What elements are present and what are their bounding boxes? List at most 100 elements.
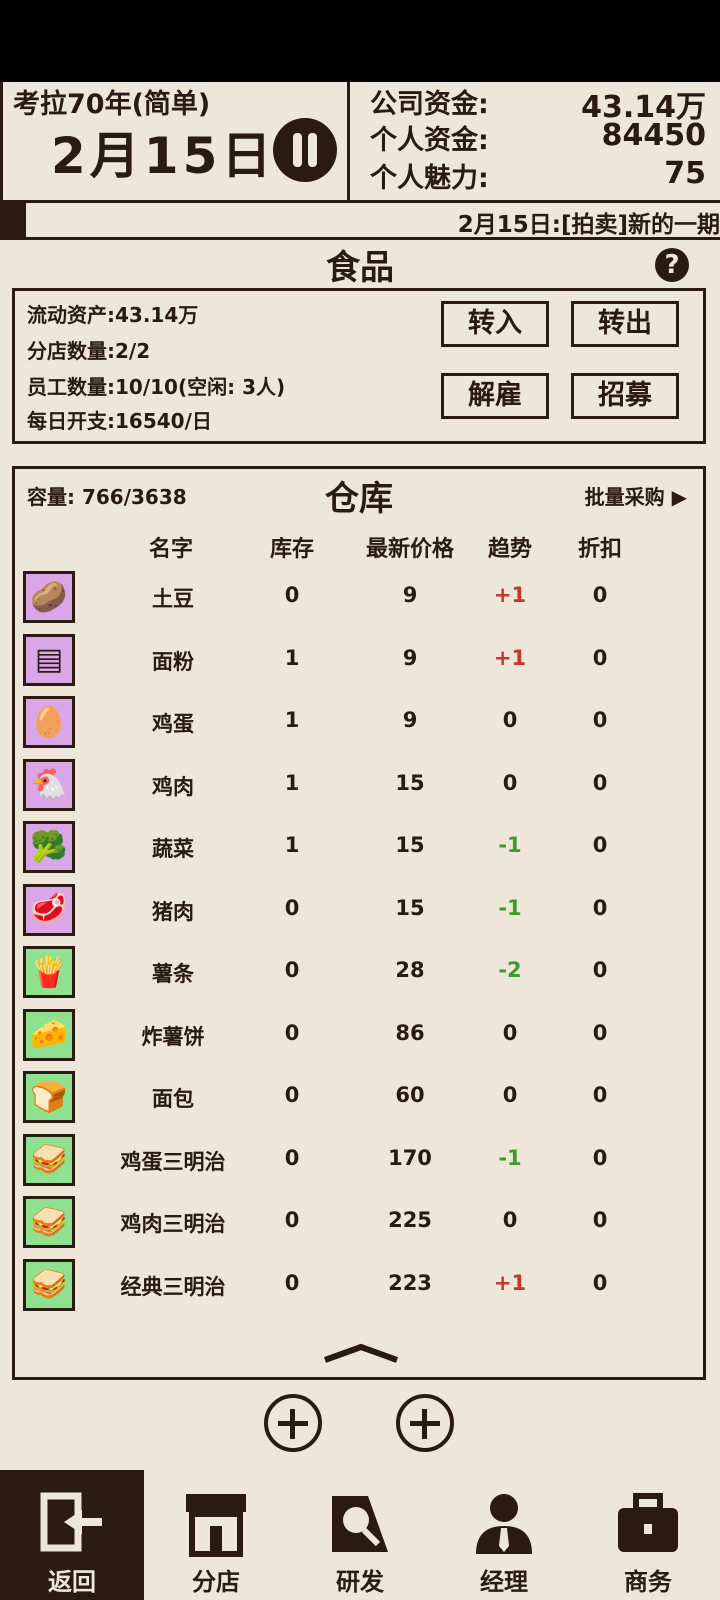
table-row[interactable]: 🥦 蔬菜 1 15 -1 0 xyxy=(15,817,703,879)
item-discount: 0 xyxy=(592,833,608,857)
fire-button[interactable]: 解雇 xyxy=(441,373,549,419)
status-bar xyxy=(0,0,720,82)
table-row[interactable]: 🍞 面包 0 60 0 0 xyxy=(15,1067,703,1129)
transfer-out-button[interactable]: 转出 xyxy=(571,301,679,347)
item-price: 15 xyxy=(395,895,425,920)
item-stock: 1 xyxy=(284,708,300,732)
nav-research[interactable]: 研发 xyxy=(288,1470,432,1600)
nav-branch-label: 分店 xyxy=(192,1568,240,1596)
item-trend: 0 xyxy=(502,770,518,795)
manager-person-icon xyxy=(476,1494,532,1554)
item-name: 土豆 xyxy=(152,587,194,611)
table-row[interactable]: 🥩 猪肉 0 15 -1 0 xyxy=(15,880,703,942)
item-name: 炸薯饼 xyxy=(141,1024,205,1049)
nav-research-label: 研发 xyxy=(336,1568,384,1596)
sandwich-icon: 🥪 xyxy=(23,1196,75,1248)
item-price: 225 xyxy=(388,1208,432,1232)
item-trend: 0 xyxy=(502,1083,518,1107)
charm-value: 75 xyxy=(664,156,706,191)
item-discount: 0 xyxy=(592,1020,608,1045)
table-row[interactable]: ▤ 面粉 1 9 +1 0 xyxy=(15,630,703,692)
col-price: 最新价格 xyxy=(365,537,454,562)
table-row[interactable]: 🥚 鸡蛋 1 9 0 0 xyxy=(15,692,703,754)
item-stock: 0 xyxy=(284,1083,300,1107)
daily-expense: 每日开支:16540/日 xyxy=(27,409,212,433)
item-discount: 0 xyxy=(592,1208,608,1232)
item-price: 15 xyxy=(395,770,425,795)
nav-manager-label: 经理 xyxy=(480,1568,528,1596)
item-stock: 0 xyxy=(284,583,300,607)
exit-door-icon xyxy=(40,1492,102,1552)
liquid-assets: 流动资产:43.14万 xyxy=(27,303,199,327)
bulk-buy-button[interactable]: 批量采购 ▶ xyxy=(585,481,687,510)
item-price: 223 xyxy=(388,1270,432,1295)
help-icon[interactable]: ? xyxy=(655,248,689,282)
item-name: 经典三明治 xyxy=(120,1274,226,1299)
sandwich-icon: 🥪 xyxy=(23,1258,75,1311)
nav-branch[interactable]: 分店 xyxy=(144,1470,288,1600)
table-row[interactable]: 🥪 鸡蛋三明治 0 170 -1 0 xyxy=(15,1130,703,1192)
item-price: 170 xyxy=(388,1145,432,1170)
item-trend: 0 xyxy=(502,1020,518,1045)
item-trend: -1 xyxy=(498,895,522,920)
item-discount: 0 xyxy=(592,708,608,732)
item-stock: 1 xyxy=(284,770,300,795)
col-trend: 趋势 xyxy=(487,537,532,562)
research-magnifier-icon xyxy=(332,1496,388,1552)
table-row[interactable]: 🥔 土豆 0 9 +1 0 xyxy=(15,567,703,629)
item-discount: 0 xyxy=(592,895,608,920)
table-row[interactable]: 🐔 鸡肉 1 15 0 0 xyxy=(15,755,703,817)
item-name: 面粉 xyxy=(152,649,194,674)
collapse-chevron-icon[interactable] xyxy=(321,1343,401,1363)
item-stock: 0 xyxy=(284,1270,300,1295)
item-trend: +1 xyxy=(493,583,527,607)
item-price: 86 xyxy=(395,1020,425,1045)
transfer-in-button[interactable]: 转入 xyxy=(441,301,549,347)
news-ticker[interactable]: 2月15日:[拍卖]新的一期 xyxy=(0,203,720,240)
item-discount: 0 xyxy=(592,1145,608,1170)
item-trend: +1 xyxy=(493,645,527,670)
ticker-text: 2月15日:[拍卖]新的一期 xyxy=(457,212,720,238)
item-price: 60 xyxy=(395,1083,425,1107)
nav-business-label: 商务 xyxy=(624,1568,672,1596)
page-title: 食品 xyxy=(326,248,394,288)
nav-business[interactable]: 商务 xyxy=(576,1470,720,1600)
pause-button[interactable] xyxy=(273,118,337,182)
header: 考拉70年(简单) 2月15日 公司资金: 43.14万 个人资金: 84450… xyxy=(0,82,720,203)
recruit-button[interactable]: 招募 xyxy=(571,373,679,419)
item-name: 鸡肉三明治 xyxy=(120,1212,226,1236)
item-trend: 0 xyxy=(502,708,518,732)
item-name: 猪肉 xyxy=(152,899,194,924)
item-discount: 0 xyxy=(592,1083,608,1107)
item-stock: 1 xyxy=(284,833,300,857)
item-stock: 0 xyxy=(284,895,300,920)
item-discount: 0 xyxy=(592,958,608,982)
item-trend: -1 xyxy=(498,833,522,857)
item-name: 鸡肉 xyxy=(152,774,194,799)
item-stock: 0 xyxy=(284,1020,300,1045)
table-row[interactable]: 🥪 鸡肉三明治 0 225 0 0 xyxy=(15,1192,703,1254)
staff-count: 员工数量:10/10(空闲: 3人) xyxy=(27,375,286,399)
item-price: 9 xyxy=(402,708,418,732)
add-button-right[interactable] xyxy=(396,1394,454,1452)
item-discount: 0 xyxy=(592,1270,608,1295)
ticker-marker xyxy=(0,203,26,237)
table-row[interactable]: 🧀 炸薯饼 0 86 0 0 xyxy=(15,1005,703,1067)
add-button-left[interactable] xyxy=(264,1394,322,1452)
table-row[interactable]: 🍟 薯条 0 28 -2 0 xyxy=(15,942,703,1004)
item-discount: 0 xyxy=(592,645,608,670)
briefcase-icon xyxy=(618,1493,678,1552)
potato-icon: 🥔 xyxy=(23,571,75,623)
nav-back[interactable]: 返回 xyxy=(0,1470,144,1600)
flour-icon: ▤ xyxy=(23,633,75,686)
current-date: 2月15日 xyxy=(51,127,276,185)
item-stock: 0 xyxy=(284,958,300,982)
charm-label: 个人魅力: xyxy=(370,163,489,194)
bottom-nav: 返回 分店 研发 经理 商务 xyxy=(0,1470,720,1600)
table-row[interactable]: 🥪 经典三明治 0 223 +1 0 xyxy=(15,1255,703,1317)
col-name: 名字 xyxy=(148,537,193,562)
company-funds-label: 公司资金: xyxy=(370,89,489,120)
personal-funds-label: 个人资金: xyxy=(370,125,489,156)
nav-manager[interactable]: 经理 xyxy=(432,1470,576,1600)
sandwich-icon: 🥪 xyxy=(23,1133,75,1186)
